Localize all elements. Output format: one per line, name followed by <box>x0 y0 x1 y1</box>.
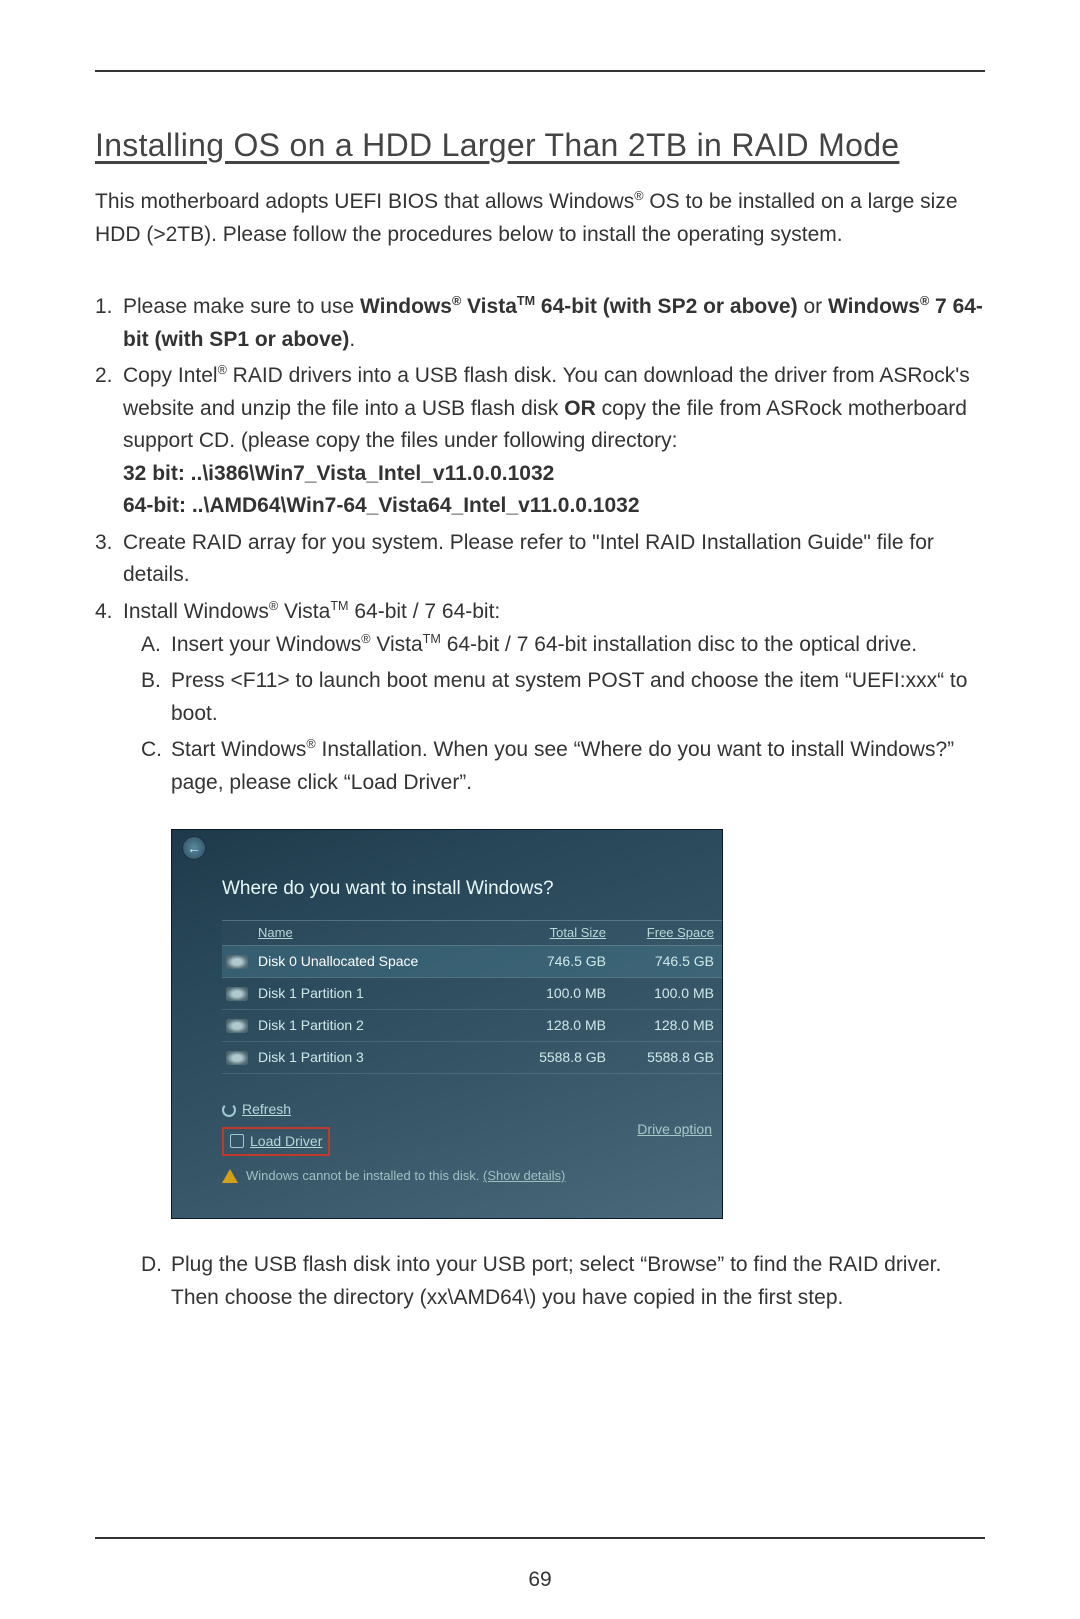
cell-name: Disk 1 Partition 2 <box>252 1015 522 1037</box>
cell-size: 746.5 GB <box>522 951 622 973</box>
s4D: Plug the USB flash disk into your USB po… <box>171 1249 985 1314</box>
s3: Create RAID array for you system. Please… <box>123 527 985 592</box>
s4-c: 64-bit / 7 64-bit: <box>349 600 501 623</box>
marker-4d: D. <box>141 1249 171 1314</box>
marker-4c: C. <box>141 734 171 799</box>
s1-a: Please make sure to use <box>123 295 360 318</box>
cell-free: 5588.8 GB <box>622 1047 722 1069</box>
cell-name: Disk 1 Partition 3 <box>252 1047 522 1069</box>
marker-4b: B. <box>141 665 171 730</box>
reg-mark: ® <box>306 737 315 751</box>
marker-3: 3. <box>95 527 123 592</box>
reg-mark: ® <box>269 599 278 613</box>
warn-text: Windows cannot be installed to this disk… <box>246 1168 483 1183</box>
s2-a: Copy Intel <box>123 364 218 387</box>
s4A-b: Vista <box>371 633 423 656</box>
s1-h: . <box>349 328 355 351</box>
refresh-icon <box>222 1103 236 1117</box>
step-1: 1. Please make sure to use Windows® Vist… <box>95 291 985 356</box>
s2-e: 32 bit: ..\i386\Win7_Vista_Intel_v11.0.0… <box>123 462 554 485</box>
s4-b: Vista <box>278 600 330 623</box>
load-driver-link[interactable]: Load Driver <box>222 1127 330 1157</box>
s1-f: Windows <box>828 295 920 318</box>
cell-size: 100.0 MB <box>522 983 622 1005</box>
installer-question: Where do you want to install Windows? <box>222 874 554 903</box>
disk-icon <box>226 955 248 969</box>
reg-mark: ® <box>452 294 461 308</box>
refresh-label: Refresh <box>242 1099 291 1121</box>
step-4a: A. Insert your Windows® VistaTM 64-bit /… <box>141 629 985 662</box>
table-row[interactable]: Disk 1 Partition 3 5588.8 GB 5588.8 GB <box>222 1042 722 1074</box>
s4B: Press <F11> to launch boot menu at syste… <box>171 665 985 730</box>
s1-d: 64-bit (with SP2 or above) <box>535 295 803 318</box>
tm-mark: TM <box>517 294 535 308</box>
marker-4: 4. <box>95 596 123 1318</box>
reg-mark: ® <box>634 189 643 203</box>
s2-f: 64-bit: ..\AMD64\Win7-64_Vista64_Intel_v… <box>123 494 640 517</box>
tm-mark: TM <box>330 599 348 613</box>
step-4d: D. Plug the USB flash disk into your USB… <box>141 1249 985 1314</box>
step-4: 4. Install Windows® VistaTM 64-bit / 7 6… <box>95 596 985 1318</box>
marker-1: 1. <box>95 291 123 356</box>
cell-name: Disk 1 Partition 1 <box>252 983 522 1005</box>
s1-c: Vista <box>461 295 517 318</box>
warning-icon <box>222 1169 238 1183</box>
refresh-link[interactable]: Refresh <box>222 1099 330 1121</box>
disk-icon <box>226 987 248 1001</box>
step-4c: C. Start Windows® Installation. When you… <box>141 734 985 799</box>
s4C-a: Start Windows <box>171 738 306 761</box>
warning-message: Windows cannot be installed to this disk… <box>222 1166 565 1186</box>
page-title: Installing OS on a HDD Larger Than 2TB i… <box>95 127 985 164</box>
s1-e: or <box>803 295 828 318</box>
s2-c: OR <box>564 397 596 420</box>
page-number: 69 <box>95 1568 985 1592</box>
back-icon[interactable]: ← <box>182 836 206 860</box>
s4A-c: 64-bit / 7 64-bit installation disc to t… <box>441 633 917 656</box>
tm-mark: TM <box>423 632 441 646</box>
cell-free: 100.0 MB <box>622 983 722 1005</box>
step-2: 2. Copy Intel® RAID drivers into a USB f… <box>95 360 985 523</box>
drive-options-link[interactable]: Drive option <box>637 1119 712 1141</box>
cell-size: 5588.8 GB <box>522 1047 622 1069</box>
cell-free: 128.0 MB <box>622 1015 722 1037</box>
marker-4a: A. <box>141 629 171 662</box>
disk-table: Name Total Size Free Space Disk 0 Unallo… <box>222 920 722 1074</box>
col-free: Free Space <box>622 923 722 943</box>
table-row[interactable]: Disk 0 Unallocated Space 746.5 GB 746.5 … <box>222 946 722 978</box>
col-name: Name <box>252 923 522 943</box>
cell-free: 746.5 GB <box>622 951 722 973</box>
reg-mark: ® <box>218 363 227 377</box>
intro-paragraph: This motherboard adopts UEFI BIOS that a… <box>95 186 985 251</box>
table-row[interactable]: Disk 1 Partition 1 100.0 MB 100.0 MB <box>222 978 722 1010</box>
cell-size: 128.0 MB <box>522 1015 622 1037</box>
windows-installer-screenshot: ← Where do you want to install Windows? … <box>171 829 723 1219</box>
load-driver-label: Load Driver <box>250 1131 322 1153</box>
intro-text-a: This motherboard adopts UEFI BIOS that a… <box>95 190 634 213</box>
table-header: Name Total Size Free Space <box>222 920 722 946</box>
step-4b: B. Press <F11> to launch boot menu at sy… <box>141 665 985 730</box>
reg-mark: ® <box>920 294 929 308</box>
disk-icon <box>226 1019 248 1033</box>
col-size: Total Size <box>522 923 622 943</box>
table-row[interactable]: Disk 1 Partition 2 128.0 MB 128.0 MB <box>222 1010 722 1042</box>
s4A-a: Insert your Windows <box>171 633 361 656</box>
cell-name: Disk 0 Unallocated Space <box>252 951 522 973</box>
step-3: 3. Create RAID array for you system. Ple… <box>95 527 985 592</box>
marker-2: 2. <box>95 360 123 523</box>
s1-b: Windows <box>360 295 452 318</box>
s4-a: Install Windows <box>123 600 269 623</box>
disk-icon <box>226 1051 248 1065</box>
reg-mark: ® <box>361 632 370 646</box>
show-details-link[interactable]: (Show details) <box>483 1168 565 1183</box>
load-driver-icon <box>230 1134 244 1148</box>
